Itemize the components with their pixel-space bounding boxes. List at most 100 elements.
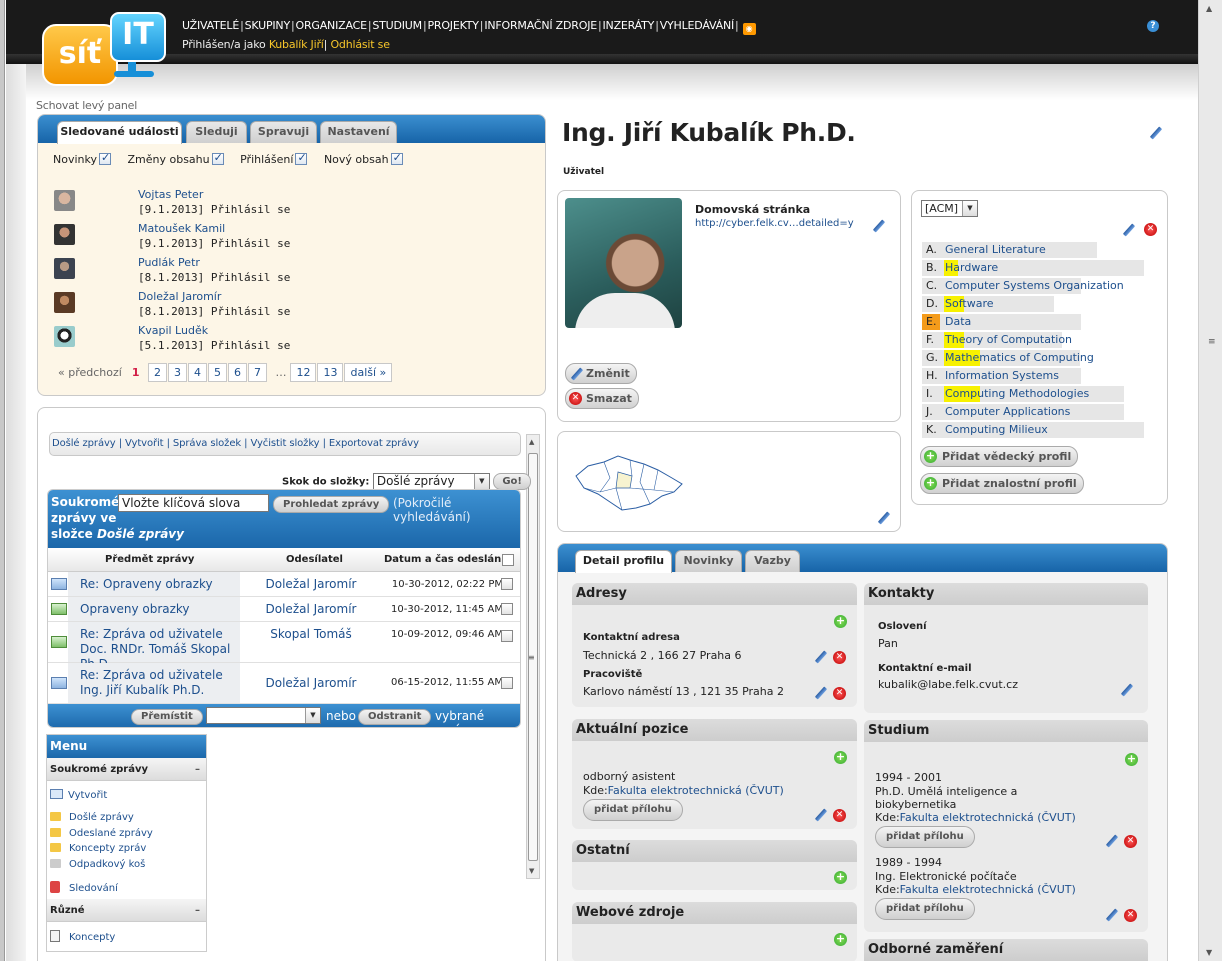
select-all-checkbox[interactable] (502, 554, 514, 566)
menu-section-private-messages[interactable]: Soukromé zprávy – (47, 758, 206, 781)
acm-category-link[interactable]: Software (945, 296, 994, 312)
message-sender-link[interactable]: Doležal Jaromír (241, 602, 381, 616)
pager-page[interactable]: 5 (207, 363, 227, 382)
tab-settings[interactable]: Nastavení (320, 121, 397, 143)
event-user-link[interactable]: Kvapil Luděk (138, 324, 208, 337)
site-logo[interactable]: síť IT (42, 12, 168, 92)
avatar[interactable] (54, 190, 75, 211)
avatar[interactable] (54, 292, 75, 313)
study-attach-button[interactable]: přidat přílohu (875, 898, 975, 920)
edit-workplace-pencil-icon[interactable] (813, 686, 827, 700)
menu-sent[interactable]: Odeslané zprávy (50, 828, 153, 839)
table-row[interactable]: Re: Zpráva od uživatele Doc. RNDr. Tomáš… (48, 622, 520, 671)
menu-trash[interactable]: Odpadkový koš (50, 859, 145, 870)
delete-contact-address-icon[interactable]: ✕ (833, 651, 846, 664)
delete-photo-button[interactable]: ✕ Smazat (565, 388, 639, 409)
message-actions-bar[interactable]: Došlé zprávy | Vytvořit | Správa složek … (49, 432, 521, 456)
table-row[interactable]: Re: Opraveny obrazky Doležal Jaromír 10-… (48, 572, 520, 597)
acm-category-link[interactable]: General Literature (945, 242, 1046, 258)
nav-study[interactable]: STUDIUM (372, 19, 422, 32)
message-subject-link[interactable]: Re: Opraveny obrazky (80, 577, 240, 592)
acm-category-link[interactable]: Computing Methodologies (945, 386, 1089, 402)
message-sender-link[interactable]: Skopal Tomáš (241, 627, 381, 641)
add-position-icon[interactable]: + (834, 751, 847, 764)
message-subject-link[interactable]: Re: Zpráva od uživatele Ing. Jiří Kubalí… (80, 668, 240, 698)
avatar[interactable] (54, 224, 75, 245)
tab-news[interactable]: Novinky (675, 550, 742, 572)
edit-study-pencil-icon[interactable] (1104, 834, 1118, 848)
tab-links[interactable]: Vazby (745, 550, 800, 572)
filter-changes-checkbox[interactable] (211, 151, 224, 165)
delete-study-icon[interactable]: ✕ (1124, 835, 1137, 848)
menu-concepts[interactable]: Koncepty (50, 930, 115, 943)
scroll-up-arrow-icon[interactable]: ▲ (529, 438, 534, 446)
message-checkbox[interactable] (501, 578, 513, 590)
message-checkbox[interactable] (501, 603, 513, 615)
acm-category-link[interactable]: Data (945, 314, 971, 330)
col-date[interactable]: Datum a čas odeslání (384, 548, 505, 572)
messages-scrollbar[interactable]: ▲ ≡ ▼ (526, 434, 540, 879)
pm-search-button[interactable]: Prohledat zprávy (273, 496, 390, 513)
delete-messages-button[interactable]: Odstranit (358, 709, 432, 725)
filter-new-content-checkbox[interactable] (390, 151, 403, 165)
acm-category-link[interactable]: Hardware (945, 260, 998, 276)
acm-select[interactable]: [ACM] ▼ (921, 200, 978, 217)
message-checkbox[interactable] (501, 630, 513, 642)
edit-contact-address-pencil-icon[interactable] (813, 650, 827, 664)
acm-category-link[interactable]: Information Systems (945, 368, 1059, 384)
study-attach-button[interactable]: přidat přílohu (875, 826, 975, 848)
event-user-link[interactable]: Pudlák Petr (138, 256, 200, 269)
menu-section-misc[interactable]: Různé – (47, 899, 206, 922)
pager-page[interactable]: 3 (167, 363, 187, 382)
scroll-down-arrow-icon[interactable]: ▼ (529, 867, 534, 875)
position-where-link[interactable]: Fakulta elektrotechnická (ČVUT) (608, 784, 784, 797)
logout-link[interactable]: Odhlásit se (330, 38, 390, 51)
add-scientific-profile-button[interactable]: + Přidat vědecký profil (920, 446, 1079, 467)
add-study-icon[interactable]: + (1125, 753, 1138, 766)
go-button[interactable]: Go! (493, 473, 531, 490)
tab-followed-events[interactable]: Sledované události (57, 121, 182, 144)
rss-icon[interactable]: ◉ (742, 23, 756, 35)
position-attach-button[interactable]: přidat přílohu (583, 799, 683, 821)
edit-position-pencil-icon[interactable] (813, 808, 827, 822)
collapse-icon[interactable]: – (195, 899, 200, 922)
delete-study-icon[interactable]: ✕ (1124, 909, 1137, 922)
edit-acm-pencil-icon[interactable] (1121, 223, 1135, 237)
add-other-icon[interactable]: + (834, 871, 847, 884)
menu-tracking[interactable]: Sledování (50, 881, 118, 894)
table-row[interactable]: Opraveny obrazky Doležal Jaromír 10-30-2… (48, 597, 520, 622)
col-subject[interactable]: Předmět zprávy (105, 548, 194, 572)
event-user-link[interactable]: Vojtas Peter (138, 188, 203, 201)
edit-location-pencil-icon[interactable] (876, 511, 890, 525)
message-sender-link[interactable]: Doležal Jaromír (241, 577, 381, 591)
pager-next[interactable]: další » (344, 363, 393, 382)
acm-category-link[interactable]: Computer Systems Organization (945, 278, 1124, 294)
study-where-link[interactable]: Fakulta elektrotechnická (ČVUT) (900, 811, 1076, 824)
message-subject-link[interactable]: Opraveny obrazky (80, 602, 240, 617)
filter-logins-checkbox[interactable] (295, 151, 308, 165)
pm-search-input[interactable]: Vložte klíčová slova (118, 494, 269, 512)
message-checkbox[interactable] (501, 677, 513, 689)
event-user-link[interactable]: Doležal Jaromír (138, 290, 221, 303)
tab-profile-detail[interactable]: Detail profilu (575, 550, 672, 573)
add-address-icon[interactable]: + (834, 615, 847, 628)
advanced-search-link[interactable]: (Pokročilé vyhledávání) (393, 496, 520, 524)
tab-following[interactable]: Sleduji (186, 121, 247, 143)
homepage-link[interactable]: http://cyber.felk.cv…detailed=y (695, 218, 854, 229)
pager-page[interactable]: 12 (290, 363, 317, 382)
pager-page[interactable]: 7 (247, 363, 267, 382)
nav-users[interactable]: UŽIVATELÉ (182, 19, 239, 32)
delete-position-icon[interactable]: ✕ (833, 809, 846, 822)
hide-left-panel-link[interactable]: Schovat levý panel (36, 99, 137, 112)
nav-groups[interactable]: SKUPINY (245, 19, 291, 32)
collapse-icon[interactable]: – (195, 758, 200, 781)
menu-drafts-messages[interactable]: Koncepty zpráv (50, 843, 146, 854)
help-icon[interactable]: ? (1147, 20, 1159, 32)
edit-contacts-pencil-icon[interactable] (1119, 683, 1133, 697)
pager-page[interactable]: 6 (227, 363, 247, 382)
nav-search[interactable]: VYHLEDÁVÁNÍ (660, 19, 735, 32)
move-folder-select[interactable]: Došlé zprávy ▼ (206, 707, 321, 724)
edit-homepage-pencil-icon[interactable] (871, 219, 885, 233)
login-user-link[interactable]: Kubalík Jiří (269, 38, 324, 51)
delete-acm-icon[interactable]: ✕ (1144, 223, 1157, 236)
